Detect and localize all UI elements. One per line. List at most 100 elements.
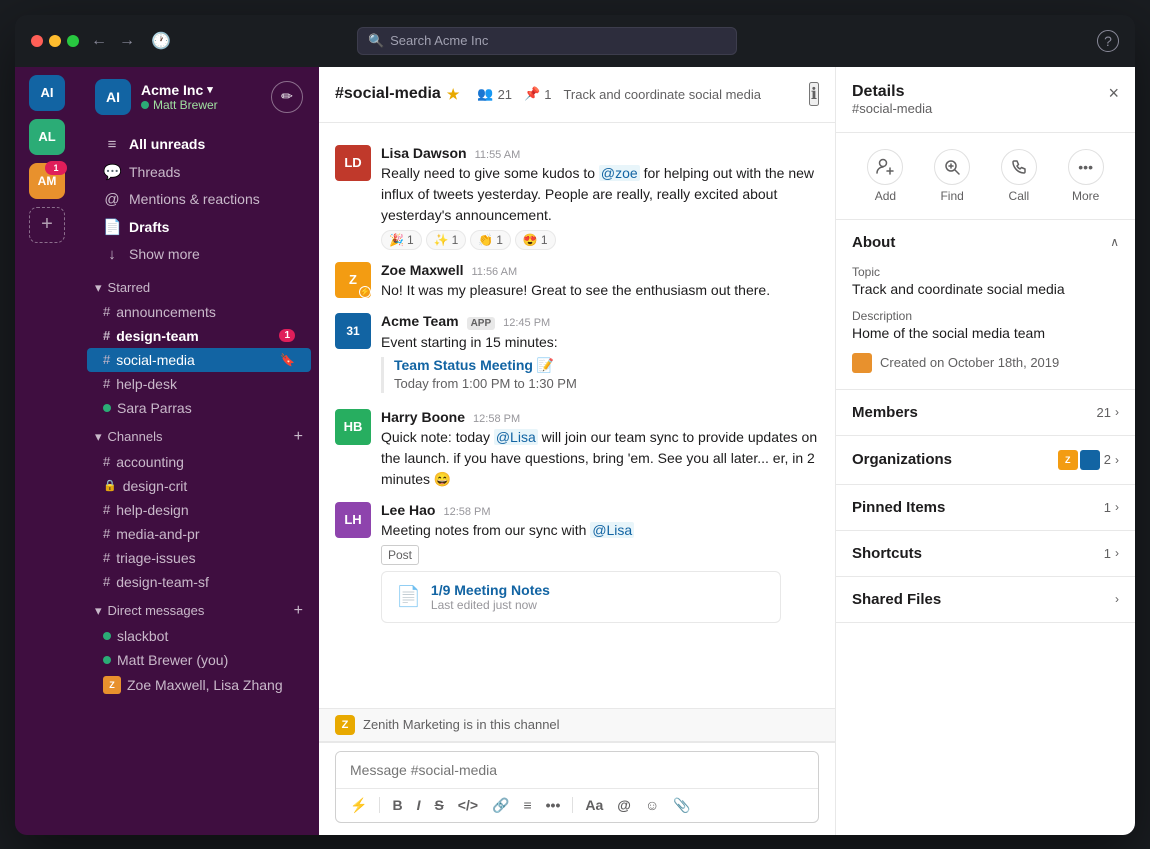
message-header: Lisa Dawson 11:55 AM (381, 145, 819, 161)
reaction-item[interactable]: 🎉1 (381, 230, 422, 250)
reaction-item[interactable]: 😍1 (515, 230, 556, 250)
description-label: Description (852, 309, 1119, 323)
channel-item-help-desk[interactable]: # help-desk (87, 372, 311, 396)
list-button[interactable]: ≡ (517, 793, 537, 817)
topic-label: Topic (852, 265, 1119, 279)
sidebar-item-all-unreads[interactable]: ≡ All unreads (87, 131, 311, 158)
channel-name: social-media (116, 352, 195, 368)
toolbar-separator (379, 797, 380, 813)
dropdown-icon: ▾ (207, 83, 213, 96)
channel-item-social-media[interactable]: # social-media 🔖 (87, 348, 311, 372)
reaction-item[interactable]: 👏1 (470, 230, 511, 250)
call-button[interactable]: Call (1001, 149, 1037, 203)
zenith-icon: Z (335, 715, 355, 735)
workspace-name[interactable]: Acme Inc ▾ (141, 82, 218, 98)
maximize-window-button[interactable] (67, 35, 79, 47)
sidebar-item-show-more[interactable]: ↓ Show more (87, 241, 311, 268)
channel-item-media-and-pr[interactable]: # media-and-pr (87, 522, 311, 546)
dm-item-zoe-lisa[interactable]: Z Zoe Maxwell, Lisa Zhang (87, 672, 311, 698)
mention-button[interactable]: @ (611, 793, 637, 817)
mention[interactable]: @Lisa (494, 429, 538, 445)
forward-button[interactable]: → (119, 32, 135, 50)
avatar: HB (335, 409, 371, 445)
compose-button[interactable]: ✏ (271, 81, 303, 113)
pinned-meta[interactable]: 📌 1 (524, 86, 551, 102)
add-dm-button[interactable]: + (294, 602, 303, 620)
post-title[interactable]: 1/9 Meeting Notes (431, 582, 550, 598)
org-avatar-1: Z (1058, 450, 1078, 470)
channel-prefix-icon: # (103, 352, 110, 367)
workspace-avatar-icon[interactable]: AI (29, 75, 65, 111)
mention[interactable]: @Lisa (590, 522, 634, 538)
link-button[interactable]: 🔗 (486, 793, 515, 818)
channels-section-header[interactable]: ▾ Channels + (79, 420, 319, 450)
sender-name: Harry Boone (381, 409, 465, 425)
add-workspace-button[interactable]: + (29, 207, 65, 243)
more-actions-button[interactable]: ••• More (1068, 149, 1104, 203)
channel-item-help-design[interactable]: # help-design (87, 498, 311, 522)
shared-files-section-header[interactable]: Shared Files › (836, 577, 1135, 622)
pinned-title: Pinned Items (852, 499, 945, 516)
more-formatting-button[interactable]: ••• (540, 793, 567, 817)
channel-item-triage-issues[interactable]: # triage-issues (87, 546, 311, 570)
dm-label: Direct messages (108, 603, 205, 618)
members-meta[interactable]: 👥 Lisa Dawson #social-media 21 (477, 86, 512, 102)
channel-star-icon[interactable]: ★ (447, 86, 460, 103)
sidebar-item-threads[interactable]: 💬 Threads (87, 158, 311, 186)
members-section-header[interactable]: Members 21 › (836, 390, 1135, 435)
user-avatar-am[interactable]: AM (29, 163, 65, 199)
info-button[interactable]: ℹ (809, 82, 819, 106)
back-button[interactable]: ← (91, 32, 107, 50)
add-channel-button[interactable]: + (294, 428, 303, 446)
dm-item-matt[interactable]: Matt Brewer (you) (87, 648, 311, 672)
bold-button[interactable]: B (386, 793, 408, 817)
font-button[interactable]: Aa (579, 793, 609, 817)
slackbot-status-dot (103, 632, 111, 640)
emoji-button[interactable]: ☺ (639, 793, 665, 817)
sidebar-item-drafts[interactable]: 📄 Drafts (87, 213, 311, 241)
find-button[interactable]: Find (934, 149, 970, 203)
channel-prefix-icon: # (103, 304, 110, 319)
channel-item-accounting[interactable]: # accounting (87, 450, 311, 474)
minimize-window-button[interactable] (49, 35, 61, 47)
online-status-dot (103, 404, 111, 412)
channel-item-design-crit[interactable]: 🔒 design-crit (87, 474, 311, 498)
pinned-section-header[interactable]: Pinned Items 1 › (836, 485, 1135, 530)
strikethrough-button[interactable]: S (428, 793, 449, 817)
reactions: 🎉1 ✨1 👏1 😍1 (381, 230, 819, 250)
organizations-section-header[interactable]: Organizations Z 2 › (836, 436, 1135, 484)
drafts-icon: 📄 (103, 218, 121, 236)
quoted-link[interactable]: Team Status Meeting 📝 (394, 357, 554, 373)
close-details-button[interactable]: × (1108, 83, 1119, 104)
history-button[interactable]: 🕐 (151, 31, 171, 51)
starred-section-header[interactable]: ▾ Starred (79, 272, 319, 300)
message-input[interactable] (336, 752, 818, 788)
italic-button[interactable]: I (411, 793, 427, 817)
help-button[interactable]: ? (1097, 30, 1119, 52)
reaction-item[interactable]: ✨1 (426, 230, 467, 250)
about-section-header[interactable]: About ∧ (836, 220, 1135, 265)
add-member-button[interactable]: Add (867, 149, 903, 203)
message-time: 12:58 PM (443, 506, 490, 518)
mention[interactable]: @zoe (599, 165, 640, 181)
table-row: Z ⚡ Zoe Maxwell 11:56 AM No! It was my p… (319, 256, 835, 307)
avatar: 31 (335, 313, 371, 349)
table-row: LD Lisa Dawson 11:55 AM Really need to g… (319, 139, 835, 256)
dm-item-slackbot[interactable]: slackbot (87, 624, 311, 648)
message-body: Zoe Maxwell 11:56 AM No! It was my pleas… (381, 262, 819, 301)
close-window-button[interactable] (31, 35, 43, 47)
code-button[interactable]: </> (452, 793, 484, 817)
channel-item-design-team[interactable]: # design-team 1 (87, 324, 311, 348)
post-dropdown-button[interactable]: Post (381, 545, 419, 565)
shortcuts-section-header[interactable]: Shortcuts 1 › (836, 531, 1135, 576)
sidebar-item-mentions[interactable]: @ Mentions & reactions (87, 186, 311, 213)
dm-name: Zoe Maxwell, Lisa Zhang (127, 677, 283, 693)
attach-button[interactable]: 📎 (667, 793, 696, 818)
lightning-button[interactable]: ⚡ (344, 793, 373, 818)
search-bar[interactable]: 🔍 Search Acme Inc (357, 27, 737, 55)
channel-item-sara-parras[interactable]: Sara Parras (87, 396, 311, 420)
dm-section-header[interactable]: ▾ Direct messages + (79, 594, 319, 624)
channel-item-announcements[interactable]: # announcements (87, 300, 311, 324)
channel-item-design-team-sf[interactable]: # design-team-sf (87, 570, 311, 594)
user-avatar-al[interactable]: AL (29, 119, 65, 155)
